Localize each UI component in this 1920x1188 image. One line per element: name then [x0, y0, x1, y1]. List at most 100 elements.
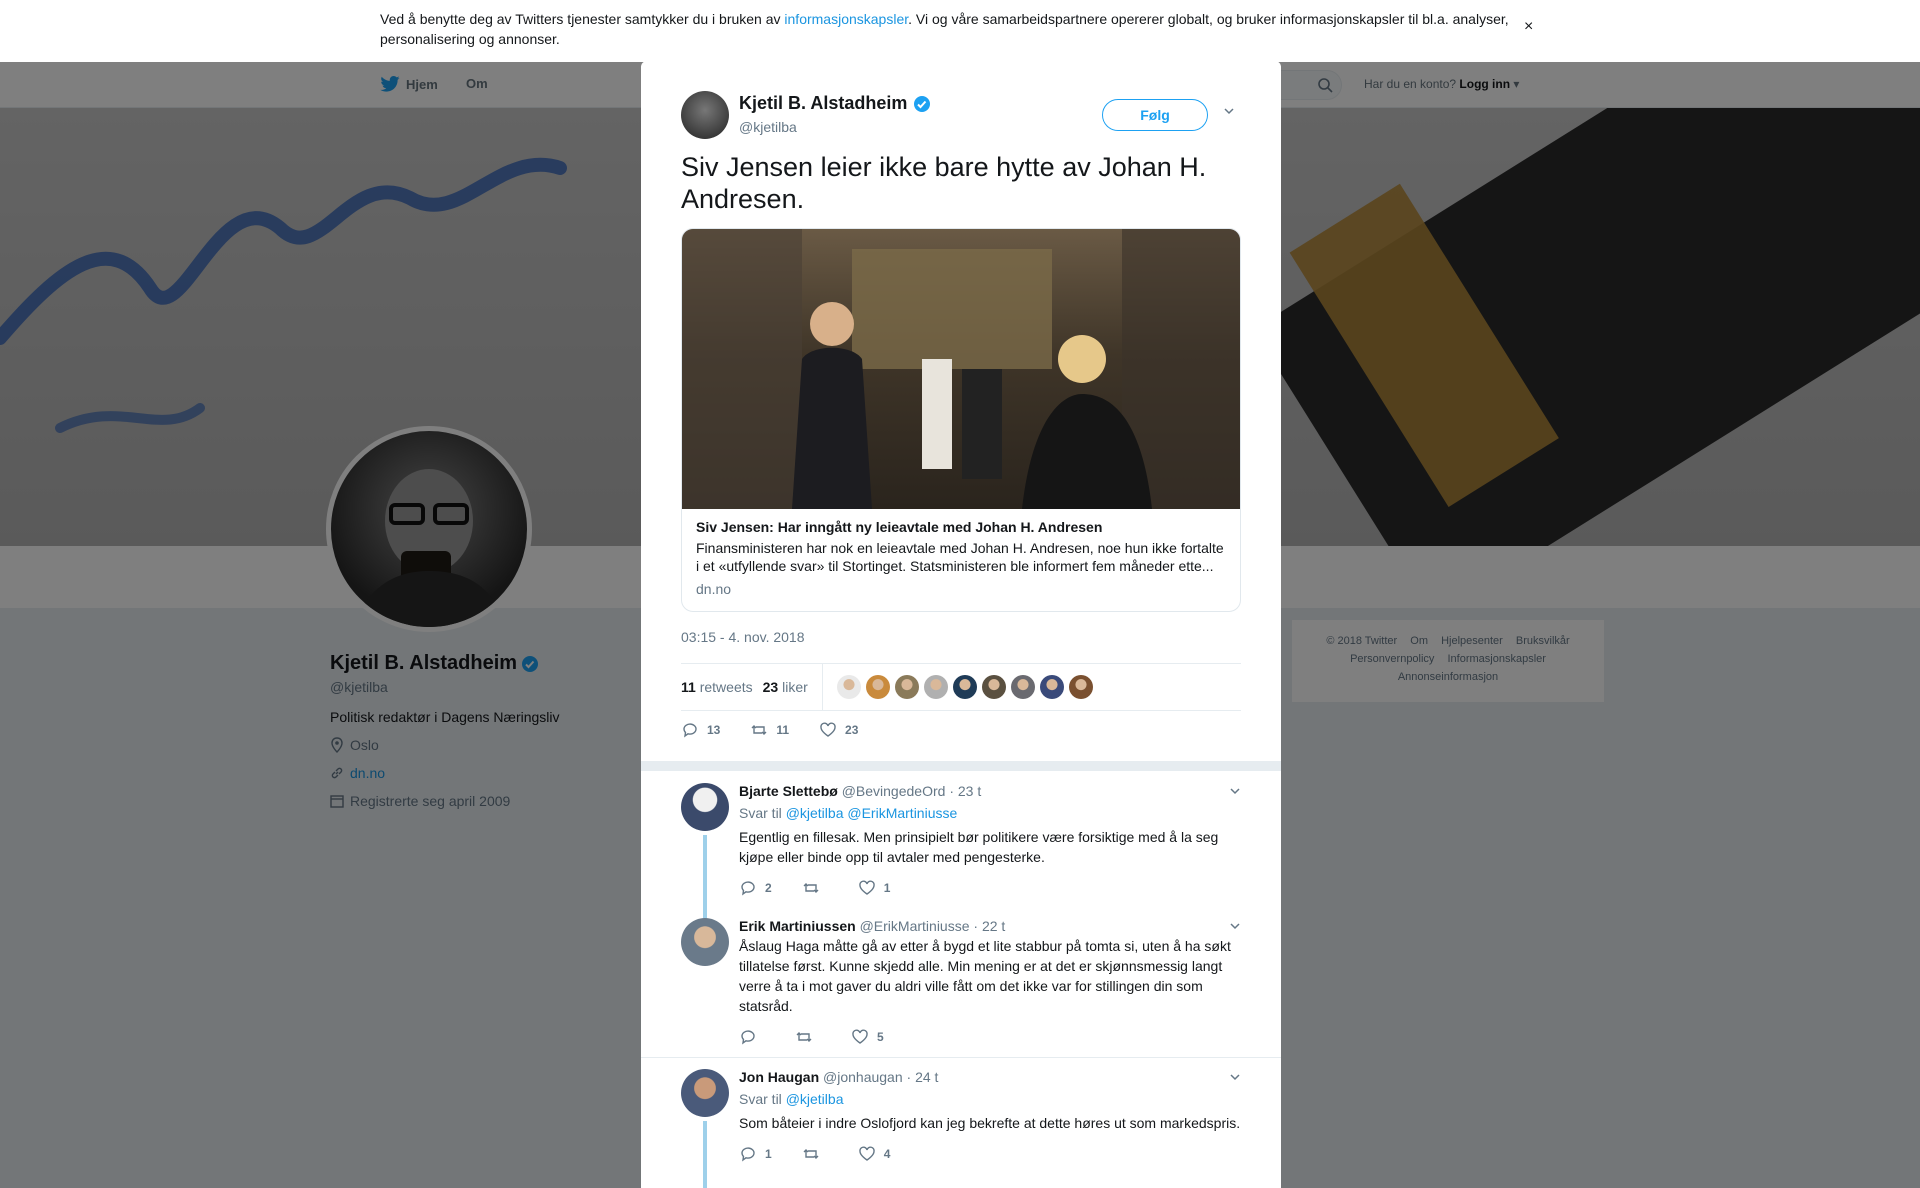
like-count: 4	[883, 1147, 891, 1161]
like-count: 23	[762, 679, 779, 695]
reply-to-label: Svar til	[739, 1091, 782, 1107]
reply-avatar[interactable]	[681, 783, 729, 831]
like-stat[interactable]: 23 liker	[763, 679, 808, 695]
tweet-author-handle[interactable]: @kjetilba	[739, 119, 797, 135]
reply-icon	[683, 723, 697, 738]
reply-button[interactable]: 1	[739, 1145, 772, 1163]
reply-icon	[741, 1030, 755, 1045]
follow-button[interactable]: Følg	[1102, 99, 1208, 131]
link-card-image	[682, 229, 1240, 509]
reply-avatar[interactable]	[681, 918, 729, 966]
reply-icon	[741, 1147, 755, 1162]
cookie-banner: Ved å benytte deg av Twitters tjenester …	[0, 0, 1920, 62]
retweet-icon	[796, 1032, 812, 1042]
like-label: liker	[782, 679, 808, 695]
tweet-timestamp[interactable]: 03:15 - 4. nov. 2018	[681, 629, 805, 645]
link-card-body: Siv Jensen: Har inngått ny leieavtale me…	[682, 509, 1240, 607]
liker-avatar[interactable]	[981, 675, 1006, 699]
reply-icon	[741, 881, 755, 896]
like-count: 5	[877, 1030, 884, 1044]
reply-button[interactable]: 2	[739, 879, 772, 897]
reply-time[interactable]: · 23 t	[949, 783, 981, 799]
reply-to: Svar til @kjetilba	[739, 1091, 1241, 1107]
heart-icon	[858, 880, 875, 895]
reply-author-handle[interactable]: @jonhaugan	[823, 1069, 903, 1085]
replies-divider	[641, 761, 1281, 771]
chevron-down-icon[interactable]	[1229, 1071, 1241, 1083]
like-button[interactable]: 1	[858, 879, 891, 897]
heart-icon	[820, 722, 836, 737]
reply-header: Erik Martiniussen @ErikMartiniusse · 22 …	[739, 918, 1241, 934]
heart-icon	[852, 1029, 868, 1044]
reply-count: 1	[765, 1147, 772, 1161]
heart-icon	[858, 1146, 875, 1161]
liker-avatar[interactable]	[894, 675, 919, 699]
reply-actions: 2 1	[739, 879, 1241, 897]
link-card-domain: dn.no	[696, 581, 732, 597]
cookie-link[interactable]: informasjonskapsler	[784, 11, 908, 27]
reply-author-name[interactable]: Erik Martiniussen	[739, 918, 856, 934]
link-card-photo	[682, 229, 1240, 509]
cookie-text-before: Ved å benytte deg av Twitters tjenester …	[380, 11, 785, 27]
tweet-author-name-text: Kjetil B. Alstadheim	[739, 93, 908, 113]
retweet-button[interactable]	[802, 1145, 828, 1163]
liker-avatar[interactable]	[923, 675, 948, 699]
retweet-label: retweets	[699, 679, 753, 695]
tweet-actions: 13 11 23	[681, 721, 858, 739]
reply-tweet[interactable]: Bjarte Slettebø @BevingedeOrd · 23 t Sva…	[681, 783, 1241, 935]
reply-time[interactable]: · 22 t	[973, 918, 1005, 934]
cookie-close-button[interactable]: ×	[1524, 18, 1533, 36]
liker-avatar[interactable]	[836, 675, 861, 699]
reply-text: Åslaug Haga måtte gå av etter å bygd et …	[739, 938, 1231, 1014]
reply-count: 13	[707, 723, 721, 737]
link-card[interactable]: Siv Jensen: Har inngått ny leieavtale me…	[681, 228, 1241, 612]
reply-avatar[interactable]	[681, 1069, 729, 1117]
tweet-author-avatar[interactable]	[681, 91, 729, 139]
like-button[interactable]: 23	[819, 721, 858, 739]
retweet-count: 11	[681, 679, 696, 695]
reply-to-links[interactable]: @kjetilba	[786, 1091, 844, 1107]
tweet-author-name[interactable]: Kjetil B. Alstadheim	[739, 93, 931, 114]
chevron-down-icon[interactable]	[1223, 105, 1235, 117]
retweet-icon	[751, 725, 767, 735]
reply-tweet[interactable]: Jon Haugan @jonhaugan · 24 t Svar til @k…	[681, 1069, 1241, 1188]
stats-divider	[821, 664, 823, 710]
reply-author-name[interactable]: Jon Haugan	[739, 1069, 819, 1085]
cookie-text: Ved å benytte deg av Twitters tjenester …	[380, 9, 1510, 49]
reply-to-label: Svar til	[739, 805, 782, 821]
retweet-stat[interactable]: 11 retweets	[681, 679, 753, 695]
like-button[interactable]: 4	[858, 1145, 891, 1163]
retweet-icon	[803, 883, 819, 893]
retweet-button[interactable]: 11	[750, 721, 789, 739]
retweet-button[interactable]	[795, 1028, 821, 1046]
tweet-header: Kjetil B. Alstadheim @kjetilba Følg	[681, 91, 1241, 141]
like-action-count: 23	[845, 723, 859, 737]
liker-avatar[interactable]	[1068, 675, 1093, 699]
reply-separator	[641, 1057, 1281, 1058]
reply-to-links[interactable]: @kjetilba @ErikMartiniusse	[786, 805, 958, 821]
thread-line	[703, 1121, 707, 1188]
like-count: 1	[883, 881, 891, 895]
reply-author-handle[interactable]: @BevingedeOrd	[842, 783, 946, 799]
reply-content: Bjarte Slettebø @BevingedeOrd · 23 t Sva…	[739, 783, 1241, 897]
retweet-button[interactable]	[802, 879, 828, 897]
reply-time[interactable]: · 24 t	[907, 1069, 939, 1085]
reply-button[interactable]: 13	[681, 721, 720, 739]
chevron-down-icon[interactable]	[1229, 920, 1241, 932]
liker-avatar[interactable]	[865, 675, 890, 699]
retweet-action-count: 11	[776, 723, 790, 737]
reply-author-handle[interactable]: @ErikMartiniusse	[860, 918, 970, 934]
chevron-down-icon[interactable]	[1229, 785, 1241, 797]
verified-badge-icon	[914, 95, 931, 112]
reply-button[interactable]	[739, 1028, 765, 1046]
retweet-icon	[803, 1149, 819, 1159]
reply-author-name[interactable]: Bjarte Slettebø	[739, 783, 838, 799]
liker-avatar[interactable]	[1039, 675, 1064, 699]
liker-avatar[interactable]	[952, 675, 977, 699]
tweet-text: Siv Jensen leier ikke bare hytte av Joha…	[681, 152, 1207, 214]
modal-close-button[interactable]: ×	[1872, 8, 1890, 42]
tweet-stats: 11 retweets 23 liker	[681, 663, 1241, 711]
like-button[interactable]: 5	[851, 1028, 884, 1046]
liker-avatar[interactable]	[1010, 675, 1035, 699]
reply-actions: 5	[739, 1028, 1241, 1046]
